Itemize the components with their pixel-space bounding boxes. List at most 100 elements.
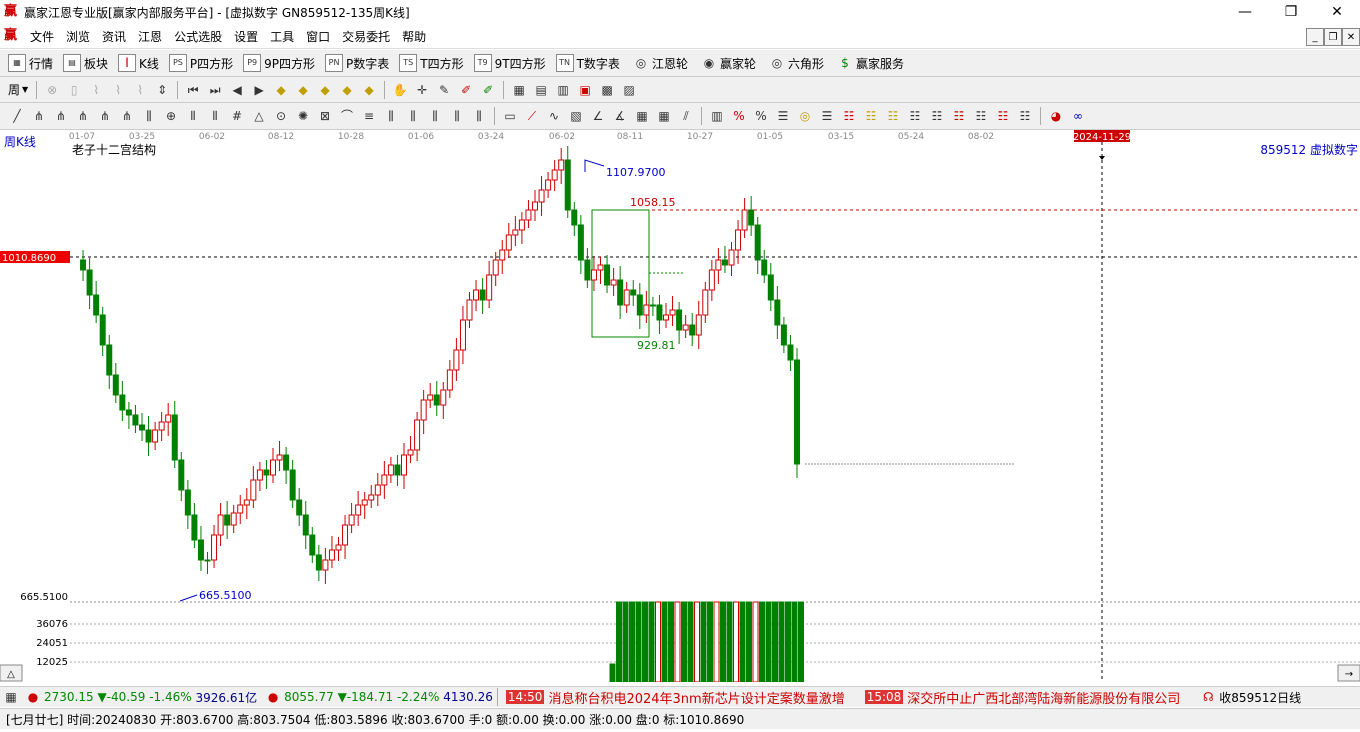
grid-tool-icon[interactable]: ▦ [656,108,672,124]
grid-tool-icon[interactable]: ▦ [634,108,650,124]
t-number-table-button[interactable]: TN T数字表 [555,54,620,72]
level-tool-icon[interactable]: ☷ [841,108,857,124]
circle-tool-icon[interactable]: ◎ [797,108,813,124]
circle-tool-icon[interactable]: ⊙ [273,108,289,124]
calculator-icon[interactable]: ▤ [533,82,549,98]
level-tool-icon[interactable]: ☷ [951,108,967,124]
draw-icon[interactable]: ✐ [480,82,496,98]
t-square-button[interactable]: TS T四方形 [399,54,464,72]
circle-tool-icon[interactable]: ⊕ [163,108,179,124]
mdi-close-button[interactable]: ✕ [1342,28,1360,46]
level-tool-icon[interactable]: ☰ [819,108,835,124]
mdi-minimize-button[interactable]: _ [1306,28,1324,46]
cycle-icon[interactable]: ⫴ [185,108,201,124]
first-bar-icon[interactable]: ⏮ [185,82,201,98]
table-icon[interactable]: ▦ [3,689,19,705]
menu-trading[interactable]: 交易委托 [336,28,396,45]
9p-square-button[interactable]: P9 9P四方形 [243,54,315,72]
lines-tool-icon[interactable]: ⫼ [405,108,421,124]
level-tool-icon[interactable]: ☷ [1017,108,1033,124]
lines-tool-icon[interactable]: ⫼ [449,108,465,124]
menu-gann[interactable]: 江恩 [132,28,168,45]
menu-browse[interactable]: 浏览 [60,28,96,45]
prev-icon[interactable]: ◀ [229,82,245,98]
lines-tool-icon[interactable]: ⫼ [471,108,487,124]
triangle-icon[interactable]: △ [251,108,267,124]
period-dropdown[interactable]: 周 ▼ [8,81,28,98]
winner-wheel-button[interactable]: ◉ 赢家轮 [698,55,756,72]
news2-text[interactable]: 深交所中止广西北部湾陆海新能源股份有限公司 [907,688,1197,707]
level-tool-icon[interactable]: ☷ [885,108,901,124]
level-tool-icon[interactable]: ☰ [775,108,791,124]
kline-chart[interactable]: 01-07 03-25 06-02 08-12 10-28 01-06 03-24 06-02… [0,130,1360,682]
gann-fan-icon[interactable]: ⋔ [53,108,69,124]
percent-icon[interactable]: % [753,108,769,124]
gann-fan-icon[interactable]: ⋔ [97,108,113,124]
hand-icon[interactable]: ✋ [392,82,408,98]
pattern-tool-icon[interactable]: ▧ [568,108,584,124]
angle-tool-icon[interactable]: ∠ [590,108,606,124]
chart-canvas[interactable]: 01-07 03-25 06-02 08-12 10-28 01-06 03-24 06-02… [0,130,1360,682]
nav-diamond-icon[interactable]: ◆ [361,82,377,98]
infinity-icon[interactable]: ∞ [1070,108,1086,124]
kline-button[interactable]: ┃ K线 [118,54,159,72]
level-tool-icon[interactable]: ☷ [973,108,989,124]
export-icon[interactable]: ▨ [621,82,637,98]
minimize-button[interactable]: — [1222,0,1268,24]
fib-icon[interactable]: ⫼ [141,108,157,124]
percent-tool-icon[interactable]: % [731,108,747,124]
rect-tool-icon[interactable]: ▭ [502,108,518,124]
grid-tool-icon[interactable]: # [229,108,245,124]
cycle-icon[interactable]: ⫴ [207,108,223,124]
nav-diamond-icon[interactable]: ◆ [295,82,311,98]
crosshair-icon[interactable]: ✛ [414,82,430,98]
color-wheel-icon[interactable]: ◕ [1048,108,1064,124]
nav-diamond-icon[interactable]: ◆ [339,82,355,98]
draw-icon[interactable]: ✐ [458,82,474,98]
winner-service-button[interactable]: $ 赢家服务 [834,55,904,72]
menu-info[interactable]: 资讯 [96,28,132,45]
quotes-button[interactable]: ▦ 行情 [8,54,53,72]
news1-text[interactable]: 消息称台积电2024年3nm新芯片设计定案数量激增 [548,688,844,707]
last-bar-icon[interactable]: ⏭ [207,82,223,98]
9t-square-button[interactable]: T9 9T四方形 [473,54,546,72]
level-tool-icon[interactable]: ☷ [995,108,1011,124]
nav-diamond-icon[interactable]: ◆ [317,82,333,98]
gann-fan-icon[interactable]: ⋔ [119,108,135,124]
channel-tool-icon[interactable]: ⫽ [678,108,694,124]
p-number-table-button[interactable]: PN P数字表 [325,54,389,72]
p-square-button[interactable]: PS P四方形 [168,54,233,72]
menu-help[interactable]: 帮助 [396,28,432,45]
lines-tool-icon[interactable]: ⫼ [427,108,443,124]
print-icon[interactable]: ▩ [599,82,615,98]
save-icon[interactable]: ▣ [577,82,593,98]
alert-icon[interactable]: ☊ [1200,689,1216,705]
report-icon[interactable]: ▥ [555,82,571,98]
sector-button[interactable]: ▤ 板块 [63,54,108,72]
menu-formula-select[interactable]: 公式选股 [168,28,228,45]
arc-tool-icon[interactable]: ⌒ [339,108,355,124]
calendar-icon[interactable]: ▦ [511,82,527,98]
menu-window[interactable]: 窗口 [300,28,336,45]
lines-tool-icon[interactable]: ≡ [361,108,377,124]
close-button[interactable]: ✕ [1314,0,1360,24]
nav-diamond-icon[interactable]: ◆ [273,82,289,98]
pen-icon[interactable]: ✎ [436,82,452,98]
wave-tool-icon[interactable]: ∿ [546,108,562,124]
level-tool-icon[interactable]: ☷ [863,108,879,124]
menu-settings[interactable]: 设置 [228,28,264,45]
level-tool-icon[interactable]: ☷ [907,108,923,124]
line-tool-icon[interactable]: ╱ [9,108,25,124]
box-tool-icon[interactable]: ⊠ [317,108,333,124]
gann-fan-icon[interactable]: ⋔ [31,108,47,124]
cursor-mode-icon[interactable]: ⇕ [154,82,170,98]
lines-tool-icon[interactable]: ⫼ [383,108,399,124]
maximize-button[interactable]: ❐ [1268,0,1314,24]
level-tool-icon[interactable]: ☷ [929,108,945,124]
bar-tool-icon[interactable]: ▥ [709,108,725,124]
mdi-restore-button[interactable]: ❐ [1324,28,1342,46]
next-icon[interactable]: ▶ [251,82,267,98]
menu-tools[interactable]: 工具 [264,28,300,45]
menu-file[interactable]: 文件 [24,28,60,45]
gann-wheel-button[interactable]: ◎ 江恩轮 [630,55,688,72]
